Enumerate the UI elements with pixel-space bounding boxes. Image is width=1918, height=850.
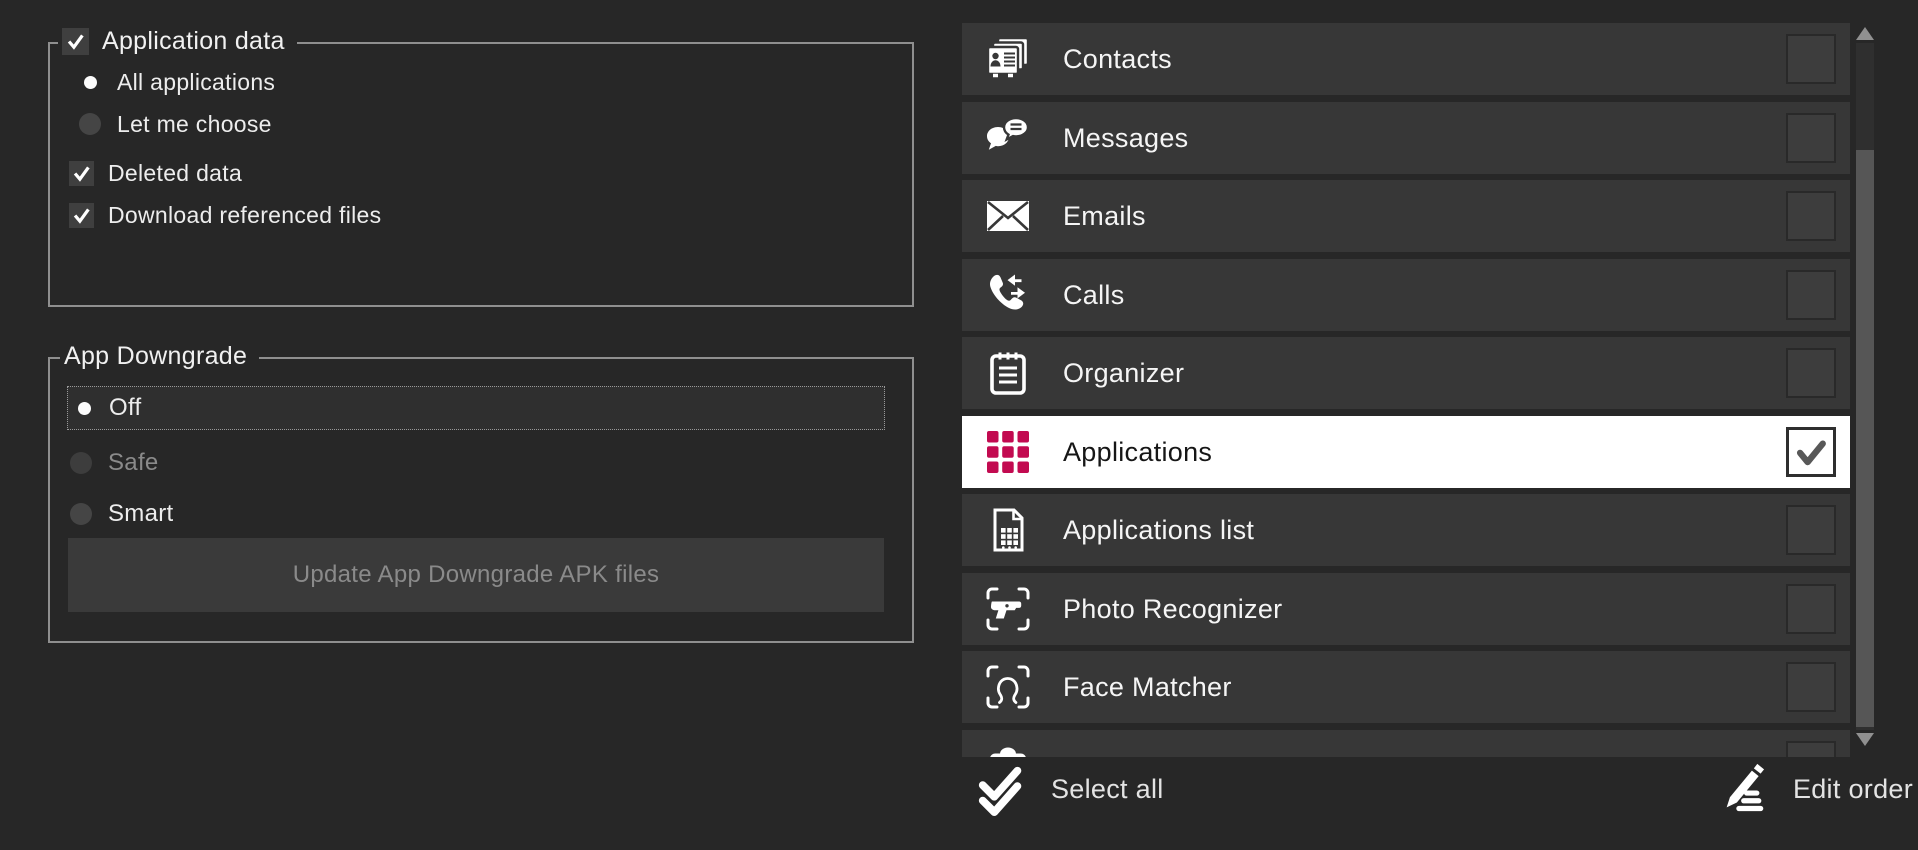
list-item-organizer[interactable]: Organizer [962, 337, 1850, 409]
organizer-icon [984, 349, 1032, 397]
radio-all-applications[interactable]: All applications [78, 64, 275, 100]
applications-list-icon [984, 506, 1032, 554]
app-downgrade-title: App Downgrade [64, 342, 247, 371]
item-label: Applications list [1063, 515, 1254, 546]
select-all-label: Select all [1051, 774, 1164, 805]
radio-safe[interactable]: Safe [69, 445, 159, 481]
application-data-checkbox[interactable] [62, 28, 89, 55]
radio-off[interactable]: Off [67, 386, 885, 430]
item-checkbox[interactable] [1786, 427, 1836, 477]
item-checkbox[interactable] [1786, 584, 1836, 634]
item-checkbox[interactable] [1786, 662, 1836, 712]
item-label: Emails [1063, 201, 1146, 232]
item-checkbox[interactable] [1786, 505, 1836, 555]
contacts-icon [984, 35, 1032, 83]
item-label: Photo Recognizer [1063, 594, 1282, 625]
item-checkbox[interactable] [1786, 113, 1836, 163]
checkbox-deleted-data[interactable]: Deleted data [69, 155, 242, 191]
radio-let-me-choose[interactable]: Let me choose [78, 106, 272, 142]
list-item-face-matcher[interactable]: Face Matcher [962, 651, 1850, 723]
checked-checkbox-icon [69, 161, 94, 186]
edit-order-label: Edit order [1793, 774, 1913, 805]
radio-smart[interactable]: Smart [69, 496, 174, 532]
item-checkbox[interactable] [1786, 270, 1836, 320]
item-label: Calls [1063, 280, 1125, 311]
applications-icon [984, 428, 1032, 476]
app-downgrade-group: App Downgrade Off Safe Smart Update App … [48, 357, 914, 643]
double-checkmark-icon [975, 762, 1029, 816]
checked-checkbox-icon [69, 203, 94, 228]
face-matcher-icon [984, 663, 1032, 711]
radio-unselected-icon [69, 451, 93, 475]
item-label: Organizer [1063, 358, 1184, 389]
list-item-emails[interactable]: Emails [962, 180, 1850, 252]
list-item-photo-recognizer[interactable]: Photo Recognizer [962, 573, 1850, 645]
list-item-messages[interactable]: Messages [962, 102, 1850, 174]
item-checkbox[interactable] [1786, 348, 1836, 398]
category-list: Contacts Messages Emails Calls [962, 0, 1850, 757]
item-checkbox[interactable] [1786, 34, 1836, 84]
update-app-downgrade-apk-button[interactable]: Update App Downgrade APK files [68, 538, 884, 612]
item-label: Face Matcher [1063, 672, 1232, 703]
check-icon [65, 31, 86, 52]
checkbox-download-referenced-files[interactable]: Download referenced files [69, 197, 381, 233]
list-item-applications[interactable]: Applications [962, 416, 1850, 488]
radio-selected-icon [78, 70, 102, 94]
application-data-group: Application data All applications Let me… [48, 42, 914, 307]
extraction-settings-screen: Application data All applications Let me… [0, 0, 1918, 850]
photo-recognizer-icon [984, 585, 1032, 633]
radio-unselected-icon [78, 112, 102, 136]
list-item-calls[interactable]: Calls [962, 259, 1850, 331]
radio-selected-icon [72, 396, 96, 420]
emails-icon [984, 192, 1032, 240]
scrollbar-thumb[interactable] [1856, 150, 1874, 727]
item-checkbox[interactable] [1786, 191, 1836, 241]
partial-item-icon [984, 742, 1032, 757]
edit-order-button[interactable]: Edit order [1717, 762, 1913, 816]
scroll-down-arrow-icon[interactable] [1856, 733, 1874, 746]
scroll-up-arrow-icon[interactable] [1856, 27, 1874, 40]
edit-pencil-icon [1717, 762, 1771, 816]
list-item-applications-list[interactable]: Applications list [962, 494, 1850, 566]
item-label: Messages [1063, 123, 1188, 154]
item-checkbox[interactable] [1786, 741, 1836, 757]
list-item-contacts[interactable]: Contacts [962, 23, 1850, 95]
messages-icon [984, 114, 1032, 162]
select-all-button[interactable]: Select all [975, 762, 1164, 816]
item-label: Contacts [1063, 44, 1172, 75]
application-data-title: Application data [102, 27, 285, 56]
list-item-partial[interactable] [962, 730, 1850, 757]
calls-icon [984, 271, 1032, 319]
list-scrollbar[interactable] [1856, 23, 1874, 750]
radio-unselected-icon [69, 502, 93, 526]
item-label: Applications [1063, 437, 1212, 468]
